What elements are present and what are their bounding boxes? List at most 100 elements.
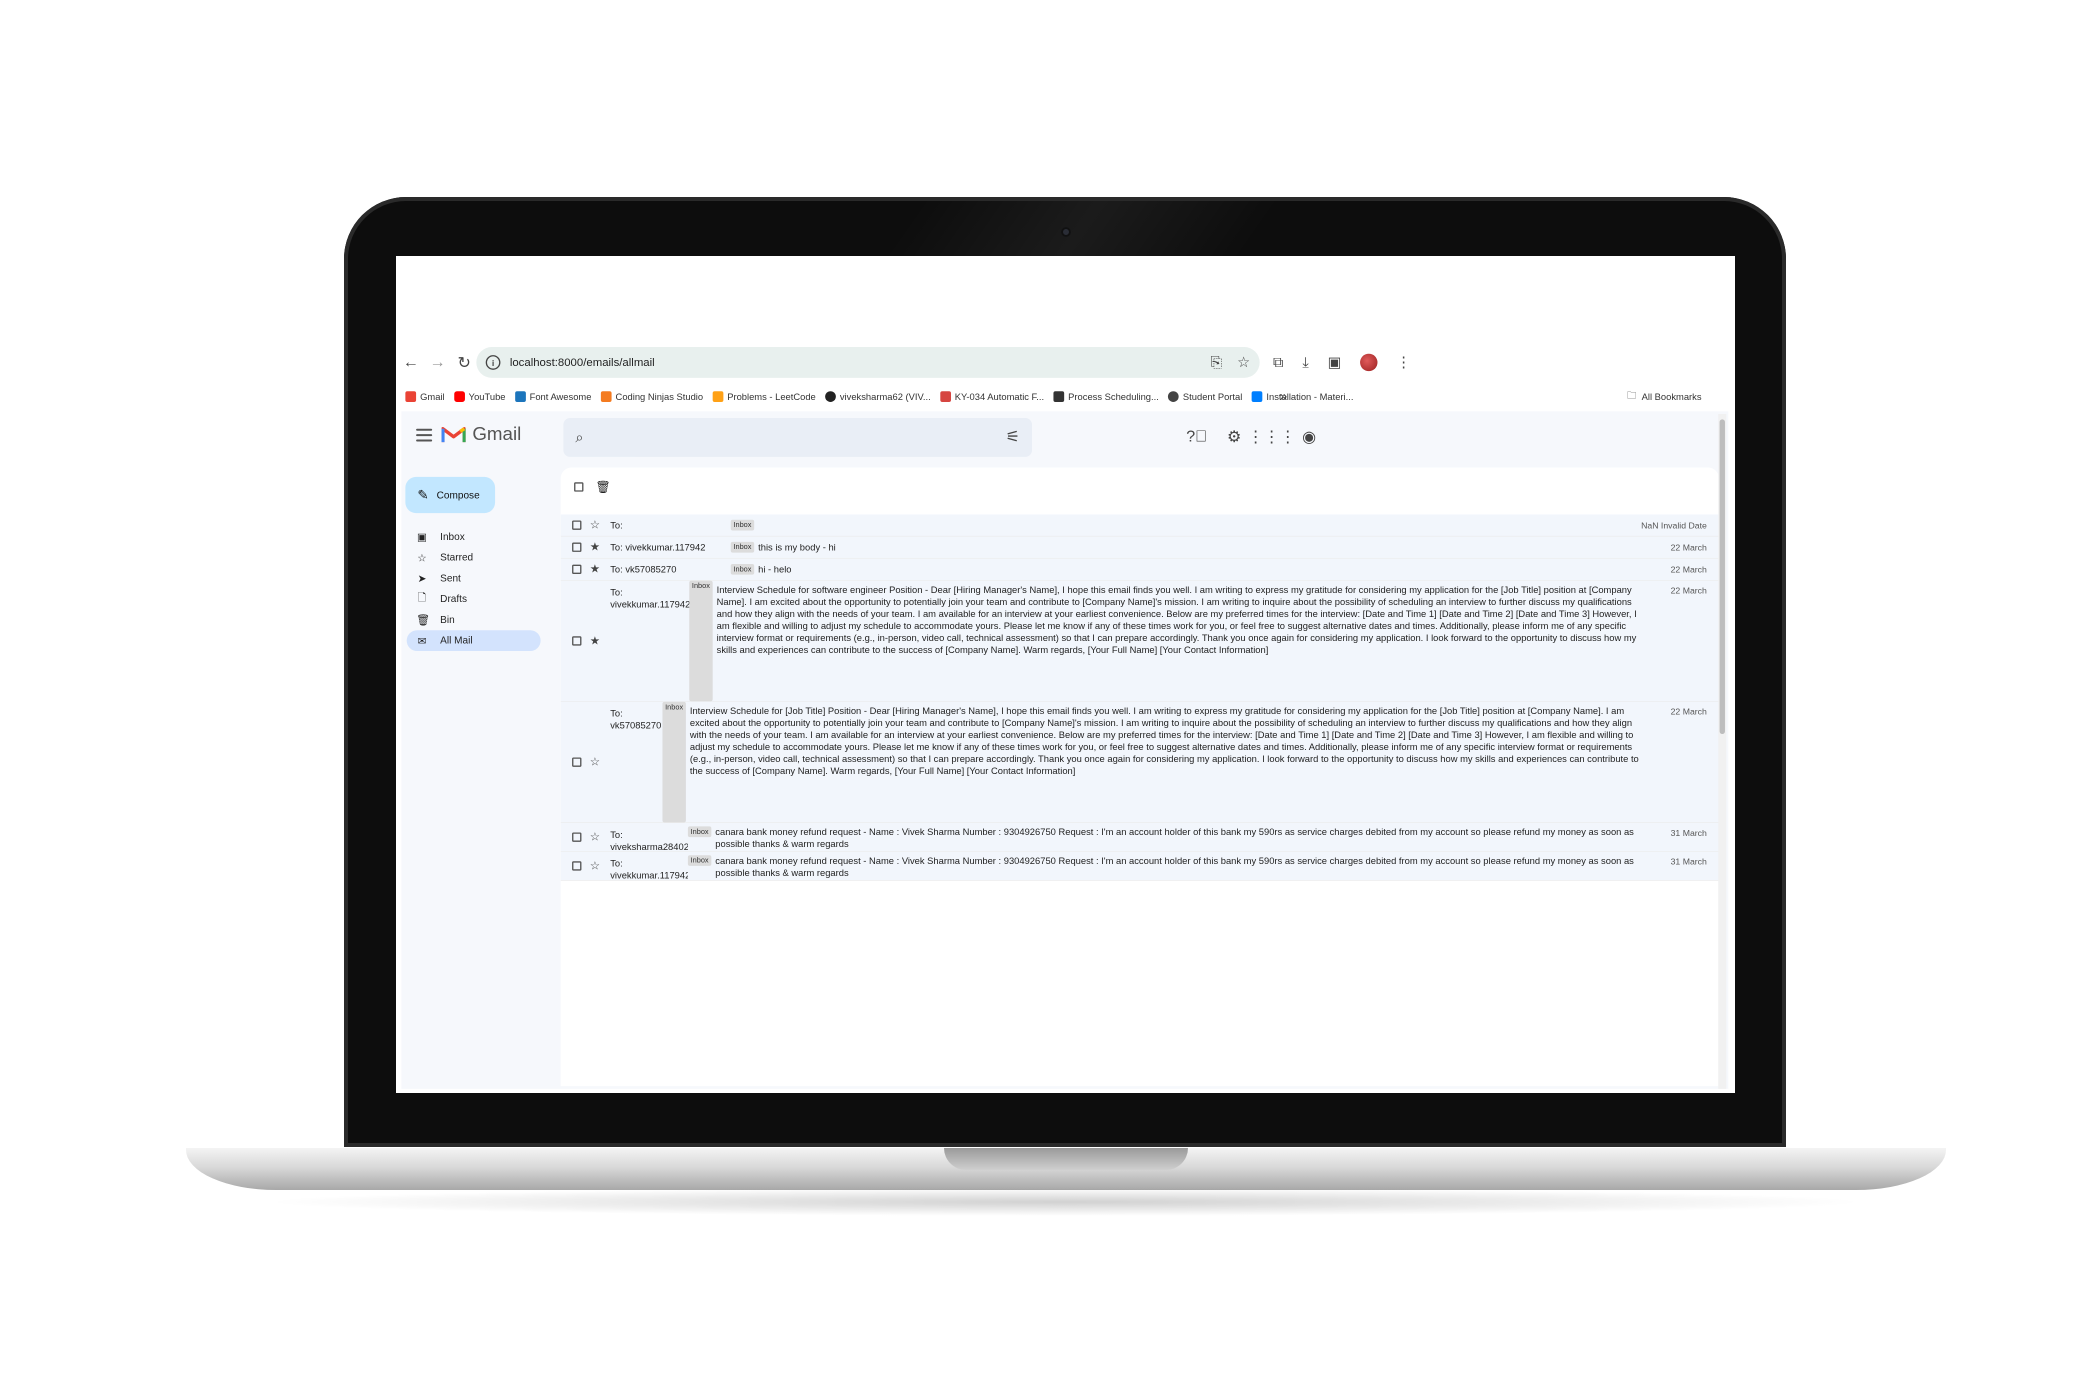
sidebar-item-drafts[interactable]: 🗋 Drafts [407,589,541,610]
all-bookmarks[interactable]: 🗀 All Bookmarks [1627,383,1702,410]
sidebar-item-all-mail[interactable]: ✉ All Mail [406,630,541,652]
bookmark-student-portal[interactable]: Student Portal [1168,391,1242,402]
bookmark-github[interactable]: viveksharma62 (VIV... [825,391,931,402]
ky034-icon [940,391,951,402]
side-panel-icon[interactable]: ▣ [1328,354,1342,371]
sidebar-item-sent[interactable]: ➤ Sent [407,568,541,589]
sidebar-item-inbox[interactable]: ▣ Inbox [407,526,541,547]
star-outline-icon[interactable]: ☆ [586,830,603,843]
bookmarks-overflow-icon[interactable]: » [1280,383,1287,410]
sidebar-item-starred[interactable]: ☆ Starred [407,547,541,568]
email-row[interactable]: ★ To: vk57085270 Inbox hi - helo 22 Marc… [560,558,1719,581]
star-filled-icon[interactable]: ★ [586,634,603,647]
search-bar[interactable]: ⌕ ⚟ [563,418,1033,457]
bookmark-materialui[interactable]: Installation - Materi... [1251,391,1353,402]
email-recipient: To: viveksharma28402 [610,829,688,852]
install-app-icon[interactable]: ⎘ [1211,354,1223,371]
email-recipient: To: vk57085270 [610,707,662,731]
row-checkbox[interactable] [572,564,582,575]
email-date: 22 March [1670,564,1707,575]
email-date: 22 March [1670,585,1707,596]
help-icon[interactable]: ?⃝ [1185,425,1209,449]
globe-icon [1168,391,1179,402]
bookmark-ky034[interactable]: KY-034 Automatic F... [940,391,1044,402]
main-menu-icon[interactable] [416,428,433,445]
star-filled-icon[interactable]: ★ [586,541,603,554]
scrollbar-thumb[interactable] [1719,419,1725,735]
header-actions: ?⃝ ⚙ ⋮⋮⋮ ◉ [1185,425,1322,449]
inbox-icon: ▣ [417,531,428,543]
browser-menu-icon[interactable]: ⋮ [1396,354,1411,371]
folder-icon: 🗀 [1626,389,1637,401]
row-checkbox[interactable] [572,542,582,552]
bookmarks-bar: Gmail YouTube Font Awesome Coding Ninjas… [396,383,1735,410]
bookmark-gmail[interactable]: Gmail [405,391,445,402]
bookmark-coding-ninjas[interactable]: Coding Ninjas Studio [600,391,703,402]
email-snippet: this is my body - hi [758,541,836,553]
profile-avatar[interactable] [1360,353,1378,372]
download-icon[interactable]: ⤓ [1302,354,1309,371]
github-icon [825,391,836,402]
sidebar-item-bin[interactable]: 🗑 Bin [407,609,541,630]
email-date: 31 March [1670,856,1707,867]
mail-icon: ✉ [417,635,427,647]
gmail-logo[interactable]: Gmail [441,423,521,444]
label-badge: Inbox [730,563,755,575]
address-url[interactable]: localhost:8000/emails/allmail [510,356,655,369]
row-checkbox[interactable] [572,520,582,530]
gmail-icon [405,391,417,402]
back-icon[interactable]: ← [399,350,423,374]
label-badge: Inbox [687,855,712,866]
bookmark-process-scheduling[interactable]: Process Scheduling... [1053,391,1159,402]
email-row[interactable]: ★ To: vivekkumar.117942 Inbox Interview … [560,580,1719,702]
label-badge: Inbox [730,541,755,553]
site-info-icon[interactable]: i [485,355,501,370]
email-recipient: To: vivekkumar.117942 [610,541,706,553]
row-checkbox[interactable] [572,636,582,646]
sidebar-nav: ▣ Inbox ☆ Starred ➤ Sent 🗋 Drafts 🗑 Bin ✉ All … [401,526,555,652]
select-all-checkbox[interactable] [574,482,584,492]
star-outline-icon[interactable]: ☆ [586,755,603,768]
extensions-icon[interactable]: ⧉ [1273,354,1284,371]
row-checkbox[interactable] [572,757,582,767]
delete-icon[interactable]: 🗑 [596,480,611,494]
bookmark-font-awesome[interactable]: Font Awesome [514,391,591,402]
address-bar[interactable]: i localhost:8000/emails/allmail ⎘ ☆ [476,347,1260,378]
account-icon[interactable]: ◉ [1297,425,1321,449]
email-snippet: Interview Schedule for [Job Title] Posit… [689,705,1639,777]
email-row[interactable]: ☆ To: Inbox NaN Invalid Date [560,514,1719,537]
email-list: ☆ To: Inbox NaN Invalid Date ★ To: vivek… [560,514,1719,881]
email-row[interactable]: ★ To: vivekkumar.117942 Inbox this is my… [560,536,1719,559]
gmail-header: Gmail ⌕ ⚟ ?⃝ ⚙ ⋮⋮⋮ ◉ [401,411,1728,463]
forward-icon[interactable]: → [425,350,449,374]
email-snippet: canara bank money refund request - Name … [715,855,1634,878]
email-date: 22 March [1670,706,1707,717]
apps-grid-icon[interactable]: ⋮⋮⋮ [1248,425,1296,449]
row-checkbox[interactable] [572,832,582,842]
bookmark-leetcode[interactable]: Problems - LeetCode [712,391,816,402]
star-filled-icon[interactable]: ★ [586,563,603,576]
email-recipient: To: vivekkumar.117942 [610,586,691,610]
search-icon[interactable]: ⌕ [575,429,583,446]
email-row[interactable]: ☆ To: vk57085270 Inbox Interview Schedul… [560,701,1719,824]
bookmark-star-icon[interactable]: ☆ [1237,354,1250,371]
star-outline-icon[interactable]: ☆ [586,518,603,531]
laptop-base-notch [944,1148,1188,1170]
email-row[interactable]: ☆ To: vivekkumar.117942 Inbox canara ban… [560,851,1719,881]
youtube-icon [453,391,465,402]
search-options-icon[interactable]: ⚟ [1006,427,1020,446]
compose-button[interactable]: ✎ Compose [405,476,496,514]
email-row[interactable]: ☆ To: viveksharma28402 Inbox canara bank… [560,823,1719,852]
bookmark-youtube[interactable]: YouTube [453,391,506,402]
list-toolbar: 🗑 [561,468,1719,507]
row-checkbox[interactable] [572,861,582,871]
reload-icon[interactable]: ↻ [452,350,476,374]
settings-gear-icon[interactable]: ⚙ [1222,425,1246,449]
laptop-screen: ← → ↻ i localhost:8000/emails/allmail ⎘ … [396,256,1735,1093]
browser-toolbar-right: ⧉ ⤓ ▣ ⋮ [1273,342,1411,384]
star-outline-icon[interactable]: ☆ [586,859,603,872]
label-badge: Inbox [730,519,755,531]
leetcode-icon [712,391,724,402]
mail-list-panel: 🗑 ☆ To: Inbox NaN Invalid Date ★ To: viv… [560,467,1719,1087]
search-input[interactable] [593,429,971,446]
